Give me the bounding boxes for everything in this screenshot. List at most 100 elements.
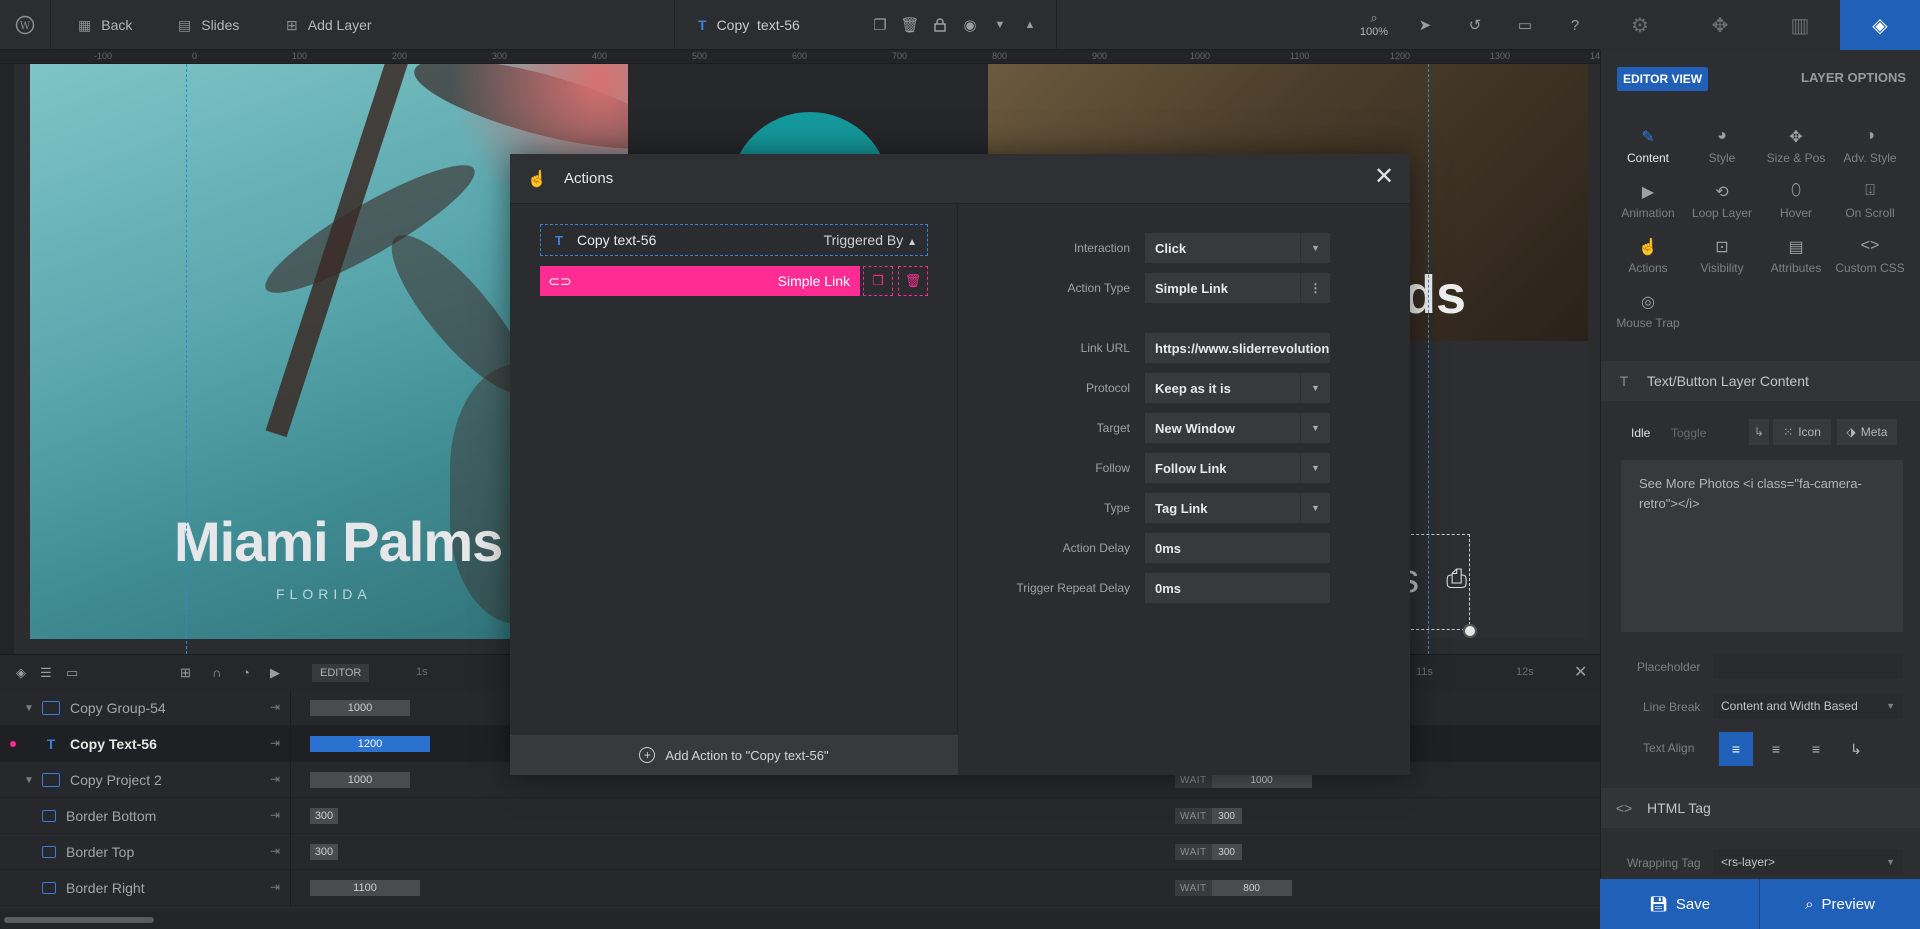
protocol-select[interactable]: Keep as it is ▼	[1145, 373, 1330, 403]
timeline-bar[interactable]: 1000	[310, 700, 410, 716]
target-select[interactable]: New Window ▼	[1145, 413, 1330, 443]
end-icon[interactable]: ⇥	[270, 880, 280, 894]
align-right-button[interactable]: ≡	[1799, 732, 1833, 766]
option-animation[interactable]: ▶ Animation	[1611, 182, 1685, 220]
layers-tab[interactable]: ◈	[1840, 0, 1920, 50]
expand-icon[interactable]: ▼	[24, 775, 36, 786]
option-custom-css[interactable]: <> Custom CSS	[1833, 237, 1907, 275]
text-indent-button[interactable]: ↳	[1839, 732, 1873, 766]
timeline-row[interactable]: Border Top ⇥ 300 WAIT 300	[0, 834, 1600, 870]
gear-icon: ⚙	[1631, 14, 1649, 37]
meta-button[interactable]: ⬗ Meta	[1837, 419, 1897, 445]
duplicate-icon[interactable]: ❐	[865, 0, 895, 50]
preview-button[interactable]: ⌕ Preview	[1760, 879, 1920, 929]
lock-icon[interactable]	[925, 0, 955, 50]
close-timeline-icon[interactable]: ✕	[1574, 662, 1587, 682]
help-icon[interactable]: ?	[1560, 0, 1590, 50]
option-content[interactable]: ✎ Content	[1611, 127, 1685, 165]
wait-block[interactable]: WAIT 300	[1175, 808, 1242, 824]
line-break-select[interactable]: Content and Width Based ▼	[1713, 693, 1903, 719]
navigation-tab[interactable]: ✥	[1680, 0, 1760, 50]
timeline-bar[interactable]: 1100	[310, 880, 420, 896]
timeline-row[interactable]: Border Bottom ⇥ 300 WAIT 300	[0, 798, 1600, 834]
back-button[interactable]: ▦ Back	[78, 0, 132, 50]
scrollbar-thumb[interactable]	[4, 917, 154, 923]
undo-icon[interactable]: ↺	[1460, 0, 1490, 50]
expand-icon[interactable]: ▼	[24, 703, 36, 714]
timeline-row[interactable]: Border Right ⇥ 1100 WAIT 800	[0, 870, 1600, 906]
html-tag-section-header[interactable]: <> HTML Tag	[1601, 788, 1920, 828]
add-action-button[interactable]: + Add Action to "Copy text-56"	[510, 735, 958, 775]
wrapping-tag-select[interactable]: <rs-layer> ▼	[1713, 849, 1903, 875]
move-up-icon[interactable]: ▲	[1015, 0, 1045, 50]
idle-tab[interactable]: Idle	[1631, 426, 1650, 440]
option-visibility[interactable]: ⊡ Visibility	[1685, 237, 1759, 275]
end-icon[interactable]: ⇥	[270, 700, 280, 714]
wordpress-icon[interactable]: W	[10, 0, 40, 50]
timeline-bar[interactable]: 1200	[310, 736, 430, 752]
option-adv-style[interactable]: ◑ Adv. Style	[1833, 127, 1907, 165]
option-attributes[interactable]: ▤ Attributes	[1759, 237, 1833, 275]
zoom-control[interactable]: ⌕ 100%	[1358, 10, 1390, 38]
magnet-icon[interactable]: ∩	[212, 665, 221, 680]
icon-button[interactable]: ⁙ Icon	[1773, 419, 1831, 445]
timeline-bar[interactable]: 300	[310, 844, 338, 860]
line-break-icon[interactable]: ↳	[1749, 419, 1769, 445]
interaction-select[interactable]: Click ▼	[1145, 233, 1330, 263]
option-size-pos[interactable]: ✥ Size & Pos	[1759, 127, 1833, 165]
save-button[interactable]: 💾︎ Save	[1600, 879, 1760, 929]
trash-icon[interactable]: 🗑︎	[895, 0, 925, 50]
eye-icon[interactable]: ◉	[955, 0, 985, 50]
option-loop-layer[interactable]: ⟲ Loop Layer	[1685, 182, 1759, 220]
horizontal-scrollbar[interactable]	[0, 912, 1600, 929]
align-center-button[interactable]: ≡	[1759, 732, 1793, 766]
layers-view-icon[interactable]: ◈	[16, 665, 26, 681]
resize-handle[interactable]	[1463, 624, 1477, 638]
folder-icon[interactable]: ▭	[66, 665, 78, 681]
layer-content-textarea[interactable]: See More Photos <i class="fa-camera-retr…	[1621, 460, 1903, 632]
end-icon[interactable]: ⇥	[270, 736, 280, 750]
link-url-input[interactable]: https://www.sliderrevolution.com	[1145, 333, 1330, 363]
type-select[interactable]: Tag Link ▼	[1145, 493, 1330, 523]
editor-view-badge[interactable]: EDITOR VIEW	[1617, 67, 1709, 91]
wait-block[interactable]: WAIT 300	[1175, 844, 1242, 860]
desktop-icon[interactable]: ▭	[1510, 0, 1540, 50]
trigger-layer-row[interactable]: T Copy text-56 Triggered By ▲	[540, 224, 928, 256]
placeholder-input[interactable]	[1713, 653, 1903, 679]
align-left-button[interactable]: ≡	[1719, 732, 1753, 766]
duplicate-action-button[interactable]: ❐	[863, 266, 893, 296]
option-mouse-trap[interactable]: ◎ Mouse Trap	[1611, 292, 1685, 330]
option-on-scroll[interactable]: ⍗ On Scroll	[1833, 182, 1907, 220]
florida-subtitle[interactable]: FLORIDA	[276, 586, 372, 602]
add-layer-button[interactable]: ⊞ Add Layer	[286, 0, 372, 50]
settings-tab[interactable]: ⚙	[1600, 0, 1680, 50]
follow-select[interactable]: Follow Link ▼	[1145, 453, 1330, 483]
action-type-select[interactable]: Simple Link ⋮	[1145, 273, 1330, 303]
action-delay-input[interactable]: 0ms	[1145, 533, 1330, 563]
move-down-icon[interactable]: ▼	[985, 0, 1015, 50]
option-actions[interactable]: ☝ Actions	[1611, 237, 1685, 275]
content-section-header[interactable]: T Text/Button Layer Content	[1601, 361, 1920, 401]
option-hover[interactable]: ⬯ Hover	[1759, 182, 1833, 220]
cursor-icon[interactable]: ➤	[1410, 0, 1440, 50]
end-icon[interactable]: ⇥	[270, 808, 280, 822]
slides-tab[interactable]: ▥	[1760, 0, 1840, 50]
slides-button[interactable]: ▤ Slides	[178, 0, 239, 50]
action-item[interactable]: ⊂⊃ Simple Link	[540, 266, 860, 296]
trigger-repeat-delay-input[interactable]: 0ms	[1145, 573, 1330, 603]
list-view-icon[interactable]: ☰	[40, 665, 52, 681]
play-icon[interactable]: ▶	[270, 665, 280, 681]
timer-icon[interactable]: ◔	[242, 665, 250, 680]
editor-badge[interactable]: EDITOR	[312, 664, 370, 682]
close-icon[interactable]: ✕	[1372, 165, 1396, 190]
grid-toggle-icon[interactable]: ⊞	[180, 665, 191, 681]
toggle-tab[interactable]: Toggle	[1671, 426, 1706, 440]
timeline-bar[interactable]: 300	[310, 808, 338, 824]
timeline-bar[interactable]: 1000	[310, 772, 410, 788]
wait-block[interactable]: WAIT 800	[1175, 880, 1292, 896]
triggered-by-toggle[interactable]: Triggered By ▲	[824, 232, 917, 248]
end-icon[interactable]: ⇥	[270, 844, 280, 858]
end-icon[interactable]: ⇥	[270, 772, 280, 786]
miami-palms-title[interactable]: Miami Palms	[174, 509, 503, 574]
option-style[interactable]: ◕ Style	[1685, 127, 1759, 165]
